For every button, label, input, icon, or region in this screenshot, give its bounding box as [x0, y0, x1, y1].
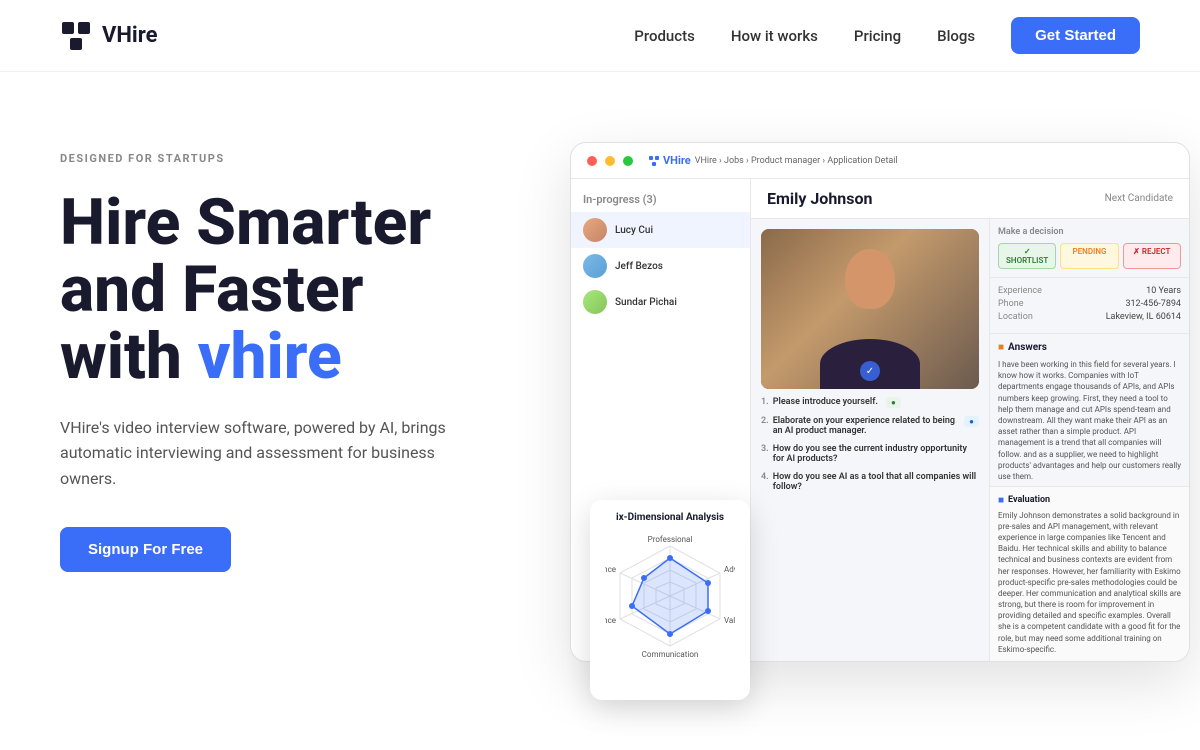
decision-label: Make a decision: [998, 227, 1181, 237]
dashboard-topbar: VHire VHire › Jobs › Product manager › A…: [571, 143, 1189, 179]
get-started-button[interactable]: Get Started: [1011, 17, 1140, 54]
signup-button[interactable]: Signup For Free: [60, 527, 231, 572]
selected-candidate-name: Emily Johnson: [767, 189, 872, 208]
shortlist-button[interactable]: ✓ SHORTLIST: [998, 243, 1056, 269]
candidates-list-header: In-progress (3): [571, 187, 750, 212]
evaluation-panel: ■ Evaluation Emily Johnson demonstrates …: [990, 486, 1189, 662]
dashboard-main-header: Emily Johnson Next Candidate: [751, 179, 1189, 219]
question-text: How do you see AI as a tool that all com…: [773, 472, 979, 492]
svg-text:ance: ance: [605, 565, 616, 574]
list-item: 1. Please introduce yourself. ●: [761, 397, 979, 408]
list-item[interactable]: Lucy Cui: [571, 212, 750, 248]
hero-description: VHire's video interview software, powere…: [60, 415, 480, 492]
decision-panel: Make a decision ✓ SHORTLIST PENDING ✗ RE…: [990, 219, 1189, 278]
avatar: [583, 218, 607, 242]
list-item[interactable]: Jeff Bezos: [571, 248, 750, 284]
answers-panel: ■ Answers I have been working in this fi…: [990, 334, 1189, 486]
hero-left: DESIGNED FOR STARTUPS Hire Smarter and F…: [60, 132, 500, 572]
hero-right: VHire VHire › Jobs › Product manager › A…: [560, 132, 1140, 750]
breadcrumb: VHire VHire › Jobs › Product manager › A…: [649, 154, 898, 167]
window-control-maximize: [623, 156, 633, 166]
spider-chart: Professional Advantage Values Communicat…: [605, 531, 735, 661]
avatar: [583, 290, 607, 314]
nav-links: Products How it works Pricing Blogs Get …: [634, 17, 1140, 54]
questions-list: 1. Please introduce yourself. ● 2. Elabo…: [761, 397, 979, 653]
nav-pricing[interactable]: Pricing: [854, 27, 901, 45]
hero-section: DESIGNED FOR STARTUPS Hire Smarter and F…: [0, 72, 1200, 750]
list-item: 3. How do you see the current industry o…: [761, 444, 979, 464]
list-item: 2. Elaborate on your experience related …: [761, 416, 979, 436]
nav-blogs[interactable]: Blogs: [937, 27, 975, 45]
spider-chart-title: ix-Dimensional Analysis: [602, 512, 738, 523]
window-control-close: [587, 156, 597, 166]
svg-text:Values: Values: [724, 616, 735, 625]
navbar: VHire Products How it works Pricing Blog…: [0, 0, 1200, 72]
hero-eyebrow: DESIGNED FOR STARTUPS: [60, 152, 500, 165]
svg-text:Professional: Professional: [648, 535, 693, 544]
logo-icon: [60, 20, 92, 52]
nav-how-it-works[interactable]: How it works: [731, 27, 818, 45]
hero-title: Hire Smarter and Faster with vhire: [60, 189, 500, 391]
status-badge: ●: [886, 397, 901, 408]
dashboard-main: Emily Johnson Next Candidate: [751, 179, 1189, 662]
question-text: Please introduce yourself.: [773, 397, 878, 407]
dash-logo: VHire: [649, 154, 691, 167]
logo[interactable]: VHire: [60, 20, 157, 52]
dashboard-right-panel: Make a decision ✓ SHORTLIST PENDING ✗ RE…: [989, 219, 1189, 662]
dash-logo-icon: [649, 156, 659, 166]
avatar: [583, 254, 607, 278]
reject-button[interactable]: ✗ REJECT: [1123, 243, 1181, 269]
answer-content: I have been working in this field for se…: [998, 359, 1181, 482]
svg-text:Communication: Communication: [642, 650, 699, 659]
dashboard-content: 1. Please introduce yourself. ● 2. Elabo…: [751, 219, 1189, 662]
pending-button[interactable]: PENDING: [1060, 243, 1118, 269]
video-container: [761, 229, 979, 389]
question-text: Elaborate on your experience related to …: [773, 416, 956, 436]
list-item[interactable]: Sundar Pichai: [571, 284, 750, 320]
logo-text: VHire: [102, 23, 157, 48]
candidate-info: Experience 10 Years Phone 312-456-7894 L…: [990, 278, 1189, 334]
nav-products[interactable]: Products: [634, 27, 695, 45]
next-candidate-label: Next Candidate: [1105, 193, 1173, 204]
dashboard-middle: 1. Please introduce yourself. ● 2. Elabo…: [751, 219, 989, 662]
status-badge: ●: [964, 416, 979, 427]
svg-text:ance: ance: [605, 616, 616, 625]
list-item: 4. How do you see AI as a tool that all …: [761, 472, 979, 492]
question-text: How do you see the current industry oppo…: [773, 444, 979, 464]
svg-text:Advantage: Advantage: [724, 565, 735, 574]
window-control-minimize: [605, 156, 615, 166]
video-check-icon: [860, 361, 880, 381]
spider-chart-card: ix-Dimensional Analysis: [590, 500, 750, 700]
evaluation-content: Emily Johnson demonstrates a solid backg…: [998, 510, 1181, 655]
